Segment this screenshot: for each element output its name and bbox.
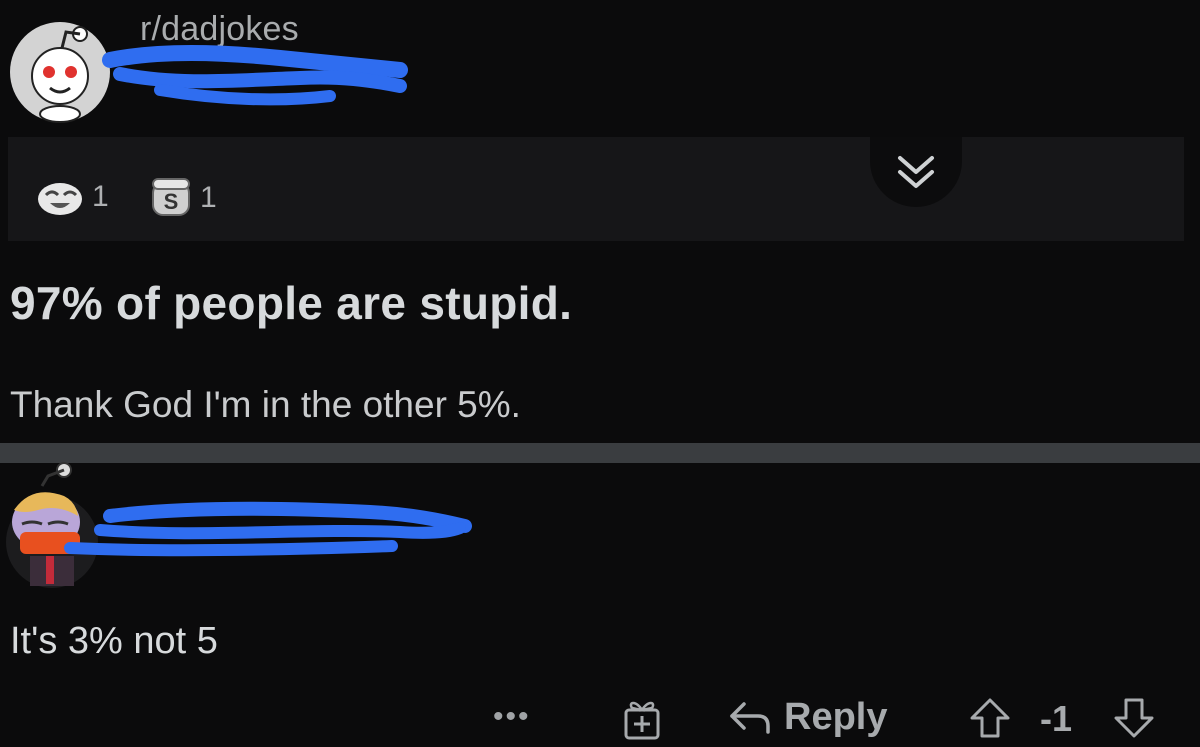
award-laughing[interactable]: 1 (36, 177, 109, 217)
svg-text:S: S (164, 189, 179, 214)
reply-arrow-icon (730, 701, 770, 734)
award-count: 1 (92, 180, 109, 213)
post-header: r/dadjokes (0, 0, 1200, 130)
subreddit-name[interactable]: r/dadjokes (140, 10, 299, 49)
subreddit-avatar[interactable] (8, 20, 112, 124)
reply-button[interactable]: Reply (726, 696, 887, 739)
reply-label: Reply (784, 696, 888, 738)
awards-bar: 1 S 1 (8, 137, 1184, 241)
chevron-double-down-icon (898, 156, 934, 188)
expand-button[interactable] (870, 137, 962, 207)
post-body: Thank God I'm in the other 5%. (10, 384, 521, 425)
laughing-face-award-icon (38, 183, 82, 215)
downvote-arrow-icon (1114, 698, 1154, 738)
section-divider (0, 443, 1200, 463)
comment-text: It's 3% not 5 (10, 620, 218, 662)
award-button[interactable] (622, 696, 662, 747)
downvote-button[interactable] (1112, 696, 1156, 745)
upvote-button[interactable] (968, 696, 1012, 745)
post-title: 97% of people are stupid. (10, 277, 573, 329)
commenter-avatar[interactable] (2, 462, 102, 592)
gift-icon (624, 701, 660, 740)
award-silver[interactable]: S 1 (150, 177, 217, 219)
redaction-scribble (64, 501, 472, 557)
redaction-scribble (102, 45, 408, 106)
comment-action-bar: ••• Reply -1 (0, 690, 1200, 745)
more-options-button[interactable]: ••• (493, 702, 531, 732)
award-count: 1 (200, 181, 217, 214)
silver-coin-award-icon: S (152, 178, 190, 216)
upvote-arrow-icon (970, 698, 1010, 738)
vote-score: -1 (1040, 698, 1073, 739)
